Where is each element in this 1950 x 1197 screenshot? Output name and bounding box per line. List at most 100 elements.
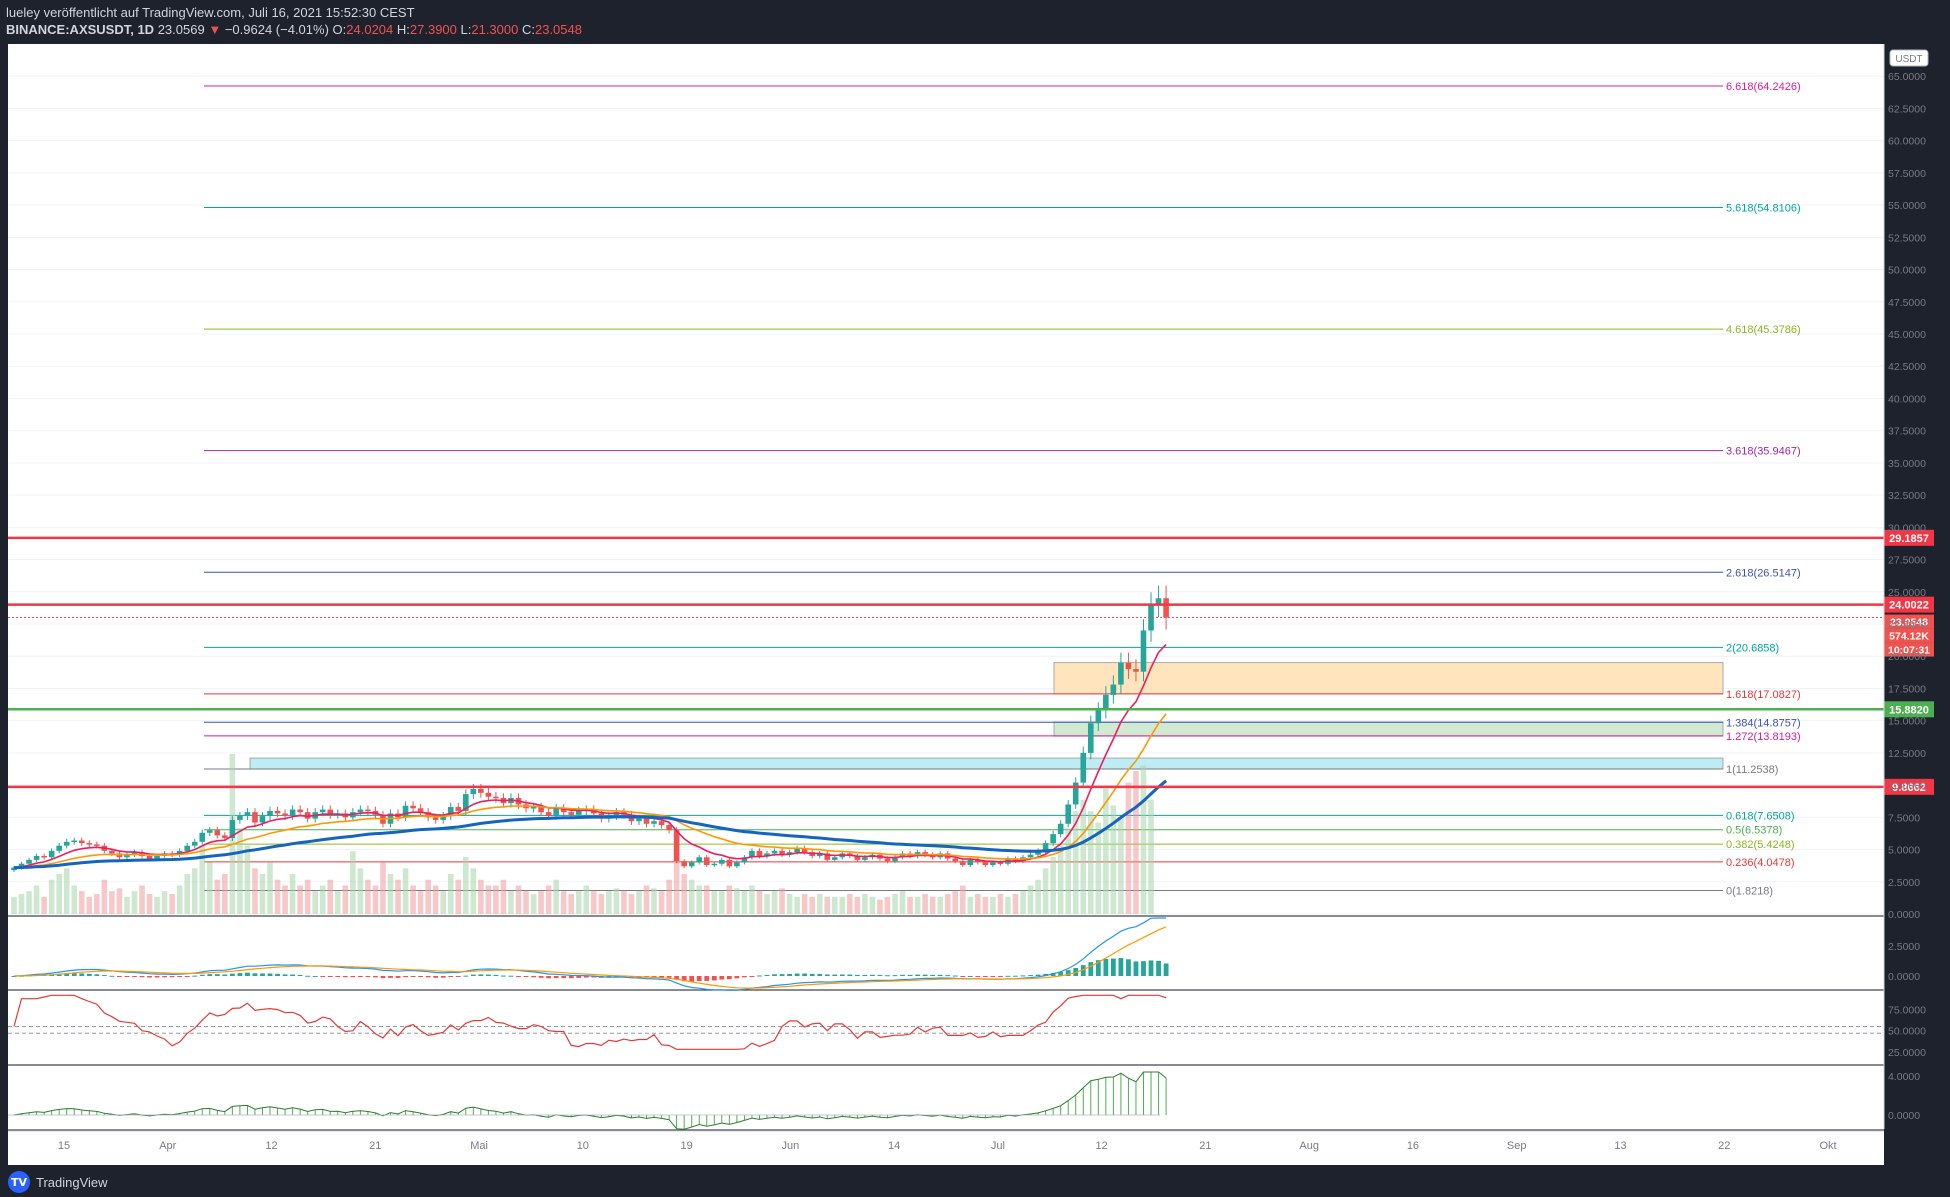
volume-bar [553, 879, 559, 914]
candle-body [154, 856, 160, 859]
macd-histogram-bar [470, 974, 476, 976]
volume-bar [350, 851, 356, 914]
volume-bar [244, 845, 251, 914]
candle-body [530, 807, 537, 809]
volume-bar [327, 879, 334, 914]
macd-histogram-bar [854, 974, 860, 976]
candle-body [71, 840, 78, 843]
close-value: 23.0548 [534, 22, 582, 37]
candle-body [651, 821, 657, 824]
macd-histogram-bar [975, 976, 981, 977]
macd-histogram-bar [305, 975, 311, 977]
macd-histogram-bar [342, 976, 348, 978]
macd-histogram-bar [870, 974, 875, 976]
volume-bar [538, 891, 544, 914]
macd-histogram-bar [1005, 975, 1011, 977]
fib-level-label: 2(20.6858) [1726, 642, 1779, 654]
candle-body [666, 825, 672, 831]
volume-bar [847, 894, 853, 914]
macd-histogram-bar [764, 974, 770, 976]
price-axis: USDT 65.0000 62.5000 60.0000 57.5000 55.0000 5… [1883, 44, 1929, 1129]
volume-bar [206, 862, 213, 914]
macd-histogram-bar [907, 974, 913, 976]
price-axis-tick: 0.0000 [1888, 909, 1920, 921]
macd-histogram-bar [749, 976, 755, 977]
volume-bar [892, 894, 898, 914]
volume-bar [688, 879, 695, 914]
volume-bar [575, 891, 582, 914]
macd-histogram-bar [892, 975, 898, 977]
candle-body [252, 812, 258, 823]
candle-body [658, 821, 665, 826]
volume-bar [944, 894, 951, 914]
macd-histogram-bar [327, 976, 333, 977]
time-axis-tick: Apr [159, 1140, 176, 1152]
macd-histogram-bar [734, 976, 740, 979]
price-chart[interactable]: 6.618(64.2426) 5.618(54.8106) 4.618(45.378… [0, 44, 1950, 1165]
macd-histogram-bar [493, 974, 499, 976]
rsi-axis-tick: 75.0000 [1888, 1005, 1926, 1017]
macd-histogram-bar [320, 976, 326, 977]
price-change: −0.9624 (−4.01%) [224, 22, 329, 37]
volume-bar [734, 888, 740, 914]
macd-histogram-bar [1088, 962, 1094, 976]
candle-body [297, 809, 303, 813]
macd-histogram-bar [508, 975, 514, 977]
candle-body [688, 862, 695, 867]
volume-bar [1050, 856, 1056, 914]
macd-histogram-bar [809, 973, 815, 976]
volume-bar [824, 896, 831, 914]
candle-body [575, 810, 582, 815]
macd-histogram-bar [365, 976, 371, 978]
volume-bar [139, 885, 145, 914]
volume-bar [1057, 845, 1064, 914]
volume-bar [252, 868, 258, 914]
macd-histogram-bar [433, 976, 439, 978]
volume-bar [696, 885, 703, 914]
price-axis-tick: 17.5000 [1888, 683, 1926, 695]
macd-histogram-bar [282, 974, 288, 976]
volume-bar [530, 894, 537, 914]
volume-bar [86, 896, 93, 914]
volume-bar [628, 894, 635, 914]
macd-histogram-bar [538, 976, 544, 978]
candle-body [545, 812, 552, 817]
macd-histogram-bar [403, 976, 408, 978]
volume-bar [1080, 799, 1087, 914]
low-value: 21.3000 [471, 22, 519, 37]
price-down-icon: ▼ [208, 22, 222, 37]
macd-histogram-bar [1035, 974, 1041, 976]
volume-bar [447, 874, 454, 914]
tradingview-logo-icon: TV [8, 1171, 30, 1193]
macd-histogram-bar [726, 976, 732, 980]
volume-bar [222, 874, 228, 914]
macd-histogram-bar [1156, 960, 1161, 976]
volume-bar [26, 891, 32, 914]
high-value: 27.3900 [409, 22, 457, 37]
price-zone [249, 757, 1724, 770]
volume-bar [568, 894, 575, 914]
symbol-name[interactable]: BINANCE:AXSUSDT, 1D [6, 22, 154, 37]
volume-bar [771, 891, 778, 914]
price-zone [1053, 662, 1724, 695]
macd-histogram-bar [922, 974, 928, 976]
volume-bar [545, 885, 552, 914]
time-axis-tick: 19 [680, 1140, 692, 1152]
volume-bar [387, 874, 394, 914]
volume-bar [959, 885, 966, 914]
candle-body [33, 856, 40, 860]
tradingview-brand[interactable]: TV TradingView [8, 1171, 108, 1193]
candle-body [259, 816, 266, 823]
volume-bar [809, 896, 815, 914]
symbol-line: BINANCE:AXSUSDT, 1D 23.0569 ▼ −0.9624 (−… [6, 22, 582, 37]
time-axis-tick: 14 [888, 1140, 900, 1152]
candle-body [267, 810, 273, 817]
candle-body [432, 817, 439, 820]
volume-bar [440, 891, 447, 914]
macd-histogram-bar [335, 976, 341, 977]
price-axis-tick: 20.0000 [1888, 651, 1926, 663]
time-axis-tick: Okt [1819, 1140, 1836, 1152]
macd-histogram-bar [147, 976, 152, 978]
candle-body [1065, 804, 1071, 824]
oscillator-axis-tick: 4.0000 [1888, 1071, 1920, 1083]
